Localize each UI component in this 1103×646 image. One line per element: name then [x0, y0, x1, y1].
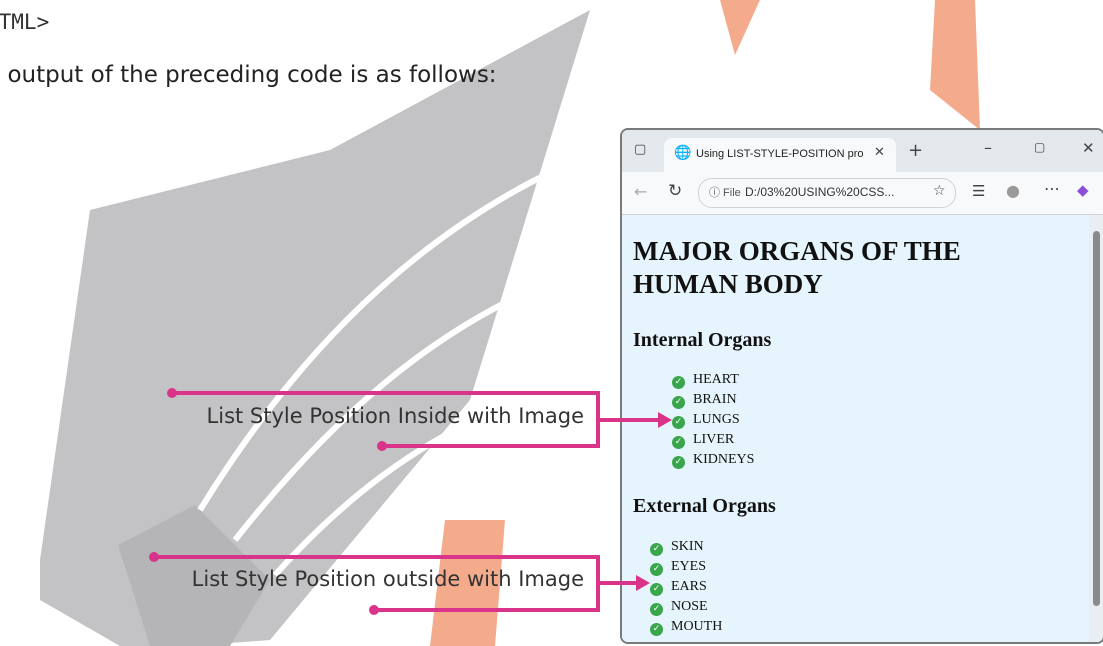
list-item: ✓ LIVER	[672, 430, 754, 450]
minimize-icon[interactable]: –	[984, 138, 992, 157]
favorite-icon[interactable]: ☆	[933, 183, 946, 199]
close-icon[interactable]: ✕	[874, 145, 885, 160]
list-item: ✓ NOSE	[650, 597, 722, 617]
list-item: ✓ EYES	[650, 557, 722, 577]
scrollbar[interactable]	[1089, 215, 1103, 642]
plus-icon[interactable]: +	[908, 140, 923, 161]
url-field[interactable]: ⓘ File D:/03%20USING%20CSS... ☆	[698, 178, 956, 208]
more-icon[interactable]: ⋯	[1044, 179, 1060, 198]
tab-title: Using LIST-STYLE-POSITION pro	[696, 148, 864, 160]
address-bar: ← ↻ ⓘ File D:/03%20USING%20CSS... ☆ ☰ ● …	[622, 172, 1103, 215]
list-item: ✓ LUNGS	[672, 410, 754, 430]
refresh-icon[interactable]: ↻	[668, 181, 682, 201]
page-heading: MAJOR ORGANS OF THE HUMAN BODY	[633, 236, 961, 299]
browser-tab[interactable]: 🌐 Using LIST-STYLE-POSITION pro ✕	[664, 138, 896, 172]
check-circle-icon: ✓	[650, 563, 663, 576]
internal-organs-list: ✓ HEART ✓ BRAIN ✓ LUNGS ✓ LIVER ✓ KIDNEYS	[672, 370, 754, 470]
check-circle-icon: ✓	[672, 396, 685, 409]
list-item: ✓ MOUTH	[650, 617, 722, 637]
graduation-cap-watermark	[40, 10, 590, 646]
list-item: ✓ EARS	[650, 577, 722, 597]
window-close-icon[interactable]: ✕	[1082, 139, 1095, 157]
page-content: MAJOR ORGANS OF THE HUMAN BODY Internal …	[622, 215, 1089, 642]
callout-inside-label: List Style Position Inside with Image	[206, 404, 584, 428]
check-circle-icon: ✓	[672, 436, 685, 449]
check-circle-icon: ✓	[650, 543, 663, 556]
profile-icon[interactable]: ●	[1006, 181, 1020, 200]
check-circle-icon: ✓	[672, 416, 685, 429]
back-icon[interactable]: ←	[634, 182, 647, 201]
code-fragment: HTML>	[0, 10, 50, 34]
internal-organs-heading: Internal Organs	[633, 329, 772, 351]
scroll-thumb[interactable]	[1093, 231, 1100, 606]
copilot-icon[interactable]: ◆	[1077, 181, 1089, 199]
list-item: ✓ HEART	[672, 370, 754, 390]
intro-text: e output of the preceding code is as fol…	[0, 62, 497, 88]
list-item: ✓ BRAIN	[672, 390, 754, 410]
globe-icon: 🌐	[674, 145, 692, 161]
external-organs-list: ✓ SKIN ✓ EYES ✓ EARS ✓ NOSE ✓ MOUTH	[650, 537, 722, 637]
check-circle-icon: ✓	[650, 583, 663, 596]
tab-actions-icon[interactable]: ▢	[634, 142, 646, 157]
check-circle-icon: ✓	[650, 603, 663, 616]
check-circle-icon: ✓	[672, 376, 685, 389]
browser-window: ▢ 🌐 Using LIST-STYLE-POSITION pro ✕ + – …	[620, 128, 1103, 644]
list-item: ✓ KIDNEYS	[672, 450, 754, 470]
url-text: D:/03%20USING%20CSS...	[745, 185, 895, 199]
callout-outside-label: List Style Position outside with Image	[191, 567, 584, 591]
collections-icon[interactable]: ☰	[972, 182, 985, 200]
file-badge: ⓘ File	[709, 187, 741, 199]
tab-bar: ▢ 🌐 Using LIST-STYLE-POSITION pro ✕ + – …	[622, 130, 1103, 172]
check-circle-icon: ✓	[650, 623, 663, 636]
maximize-icon[interactable]: ▢	[1034, 140, 1045, 154]
check-circle-icon: ✓	[672, 456, 685, 469]
list-item: ✓ SKIN	[650, 537, 722, 557]
external-organs-heading: External Organs	[633, 495, 776, 517]
